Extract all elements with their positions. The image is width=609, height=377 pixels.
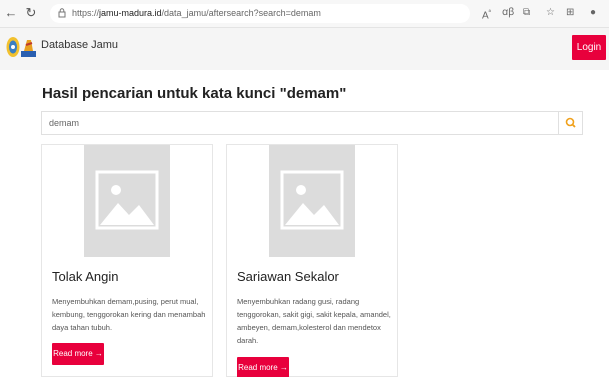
read-more-button[interactable]: Read more → bbox=[237, 357, 289, 377]
brand-name[interactable]: Database Jamu bbox=[41, 39, 118, 51]
result-card: Tolak Angin Menyembuhkan demam,pusing, p… bbox=[41, 144, 213, 377]
search-bar bbox=[41, 111, 583, 135]
search-button[interactable] bbox=[558, 112, 582, 134]
result-card: Sariawan Sekalor Menyembuhkan radang gus… bbox=[226, 144, 398, 377]
favorites-icon[interactable]: ☆ bbox=[546, 7, 555, 19]
lock-icon bbox=[58, 8, 66, 18]
university-logo-icon bbox=[6, 37, 20, 57]
address-bar[interactable]: https://jamu-madura.id/data_jamu/afterse… bbox=[50, 4, 470, 23]
card-description: Menyembuhkan demam,pusing, perut mual, k… bbox=[52, 297, 206, 332]
image-placeholder-icon bbox=[95, 170, 159, 230]
refresh-icon[interactable]: ↻ bbox=[24, 6, 38, 20]
page-title: Hasil pencarian untuk kata kunci "demam" bbox=[42, 85, 347, 102]
card-description: Menyembuhkan radang gusi, radang tenggor… bbox=[237, 297, 391, 345]
search-input[interactable] bbox=[42, 112, 558, 134]
search-icon bbox=[565, 117, 576, 128]
browser-toolbar: ← ↻ https://jamu-madura.id/data_jamu/aft… bbox=[0, 0, 609, 28]
login-button[interactable]: Login bbox=[572, 35, 606, 60]
collections-icon[interactable]: ⊞ bbox=[566, 7, 574, 19]
site-navbar: Database Jamu Login bbox=[0, 28, 609, 70]
card-image bbox=[269, 145, 355, 257]
database-jamu-logo-icon bbox=[21, 40, 36, 57]
translate-icon[interactable]: ꭤꞵ bbox=[502, 7, 514, 19]
card-title: Sariawan Sekalor bbox=[237, 269, 339, 284]
image-placeholder-icon bbox=[280, 170, 344, 230]
read-more-button[interactable]: Read more → bbox=[52, 343, 104, 365]
extensions-icon[interactable]: ⧉ bbox=[523, 7, 530, 19]
read-aloud-icon[interactable]: Aª bbox=[482, 7, 491, 22]
back-arrow-icon[interactable]: ← bbox=[4, 6, 18, 20]
card-title: Tolak Angin bbox=[52, 269, 119, 284]
profile-icon[interactable]: ● bbox=[590, 7, 596, 19]
url-text: https://jamu-madura.id/data_jamu/afterse… bbox=[72, 8, 321, 18]
card-image bbox=[84, 145, 170, 257]
